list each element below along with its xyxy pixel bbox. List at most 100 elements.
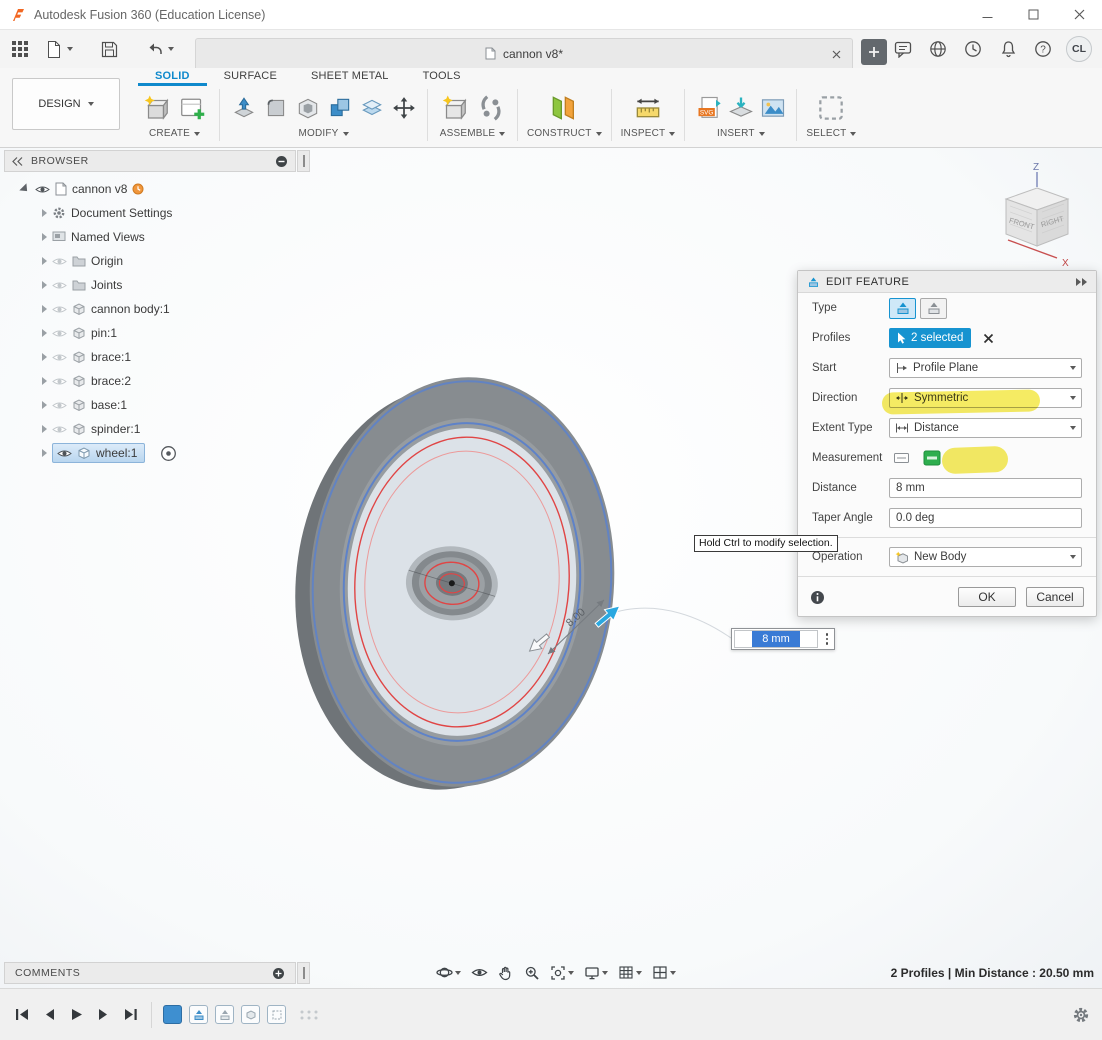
eye-hidden-icon[interactable]: [52, 424, 67, 435]
viewports-button[interactable]: [652, 965, 676, 980]
browser-item-document-settings[interactable]: Document Settings: [4, 201, 314, 225]
tab-close-icon[interactable]: [829, 47, 843, 61]
grid-snaps-button[interactable]: [618, 965, 642, 980]
timeline-feature-selected[interactable]: [163, 1005, 182, 1024]
comments-resize-handle[interactable]: [297, 962, 310, 984]
browser-item-joints[interactable]: Joints: [4, 273, 314, 297]
save-icon[interactable]: [97, 36, 121, 62]
group-label-assemble[interactable]: ASSEMBLE: [440, 128, 506, 142]
expand-icon[interactable]: [42, 377, 47, 385]
expand-icon[interactable]: [42, 233, 47, 241]
chevron-down-icon[interactable]: [455, 971, 461, 975]
eye-icon[interactable]: [35, 184, 50, 195]
kebab-menu-icon[interactable]: [820, 629, 834, 649]
tab-surface[interactable]: SURFACE: [207, 68, 294, 86]
activate-component-radio[interactable]: [160, 445, 177, 462]
select-icon[interactable]: [814, 90, 848, 126]
eye-hidden-icon[interactable]: [52, 256, 67, 267]
create-form-icon[interactable]: [139, 90, 173, 126]
orbit-button[interactable]: [436, 964, 461, 981]
expand-icon[interactable]: [42, 401, 47, 409]
measure-icon[interactable]: [631, 90, 665, 126]
minimize-button[interactable]: [964, 0, 1010, 29]
browser-header[interactable]: BROWSER: [4, 150, 296, 172]
ok-button[interactable]: OK: [958, 587, 1016, 607]
eye-hidden-icon[interactable]: [52, 376, 67, 387]
expand-open-icon[interactable]: [19, 183, 30, 194]
browser-item-pin[interactable]: pin:1: [4, 321, 314, 345]
expand-icon[interactable]: [42, 209, 47, 217]
distance-input[interactable]: 8 mm: [889, 478, 1082, 498]
profiles-selected-button[interactable]: 2 selected: [889, 328, 971, 348]
comment-icon[interactable]: [891, 36, 915, 62]
construct-plane-icon[interactable]: [547, 90, 581, 126]
app-grid-icon[interactable]: [8, 36, 32, 62]
browser-item-spinder[interactable]: spinder:1: [4, 417, 314, 441]
fit-button[interactable]: [550, 965, 574, 981]
group-label-create[interactable]: CREATE: [149, 128, 200, 142]
type-one-side-button[interactable]: [889, 298, 916, 319]
eye-hidden-icon[interactable]: [52, 280, 67, 291]
play-button[interactable]: [66, 1004, 86, 1026]
eye-icon[interactable]: [57, 448, 72, 459]
canvas-image-icon[interactable]: [758, 90, 787, 126]
new-tab-button[interactable]: [861, 39, 887, 65]
timeline-feature[interactable]: [215, 1005, 234, 1024]
new-component-icon[interactable]: [437, 90, 471, 126]
group-label-select[interactable]: SELECT: [806, 128, 856, 142]
press-pull-icon[interactable]: [229, 90, 258, 126]
combine-icon[interactable]: [325, 90, 354, 126]
eye-hidden-icon[interactable]: [52, 328, 67, 339]
group-label-construct[interactable]: CONSTRUCT: [527, 128, 602, 142]
chevron-down-icon[interactable]: [670, 971, 676, 975]
browser-item-brace2[interactable]: brace:2: [4, 369, 314, 393]
timeline-feature[interactable]: [267, 1005, 286, 1024]
modeling-canvas[interactable]: 8.00 Z FRONT RIGHT: [0, 148, 1102, 988]
go-to-end-button[interactable]: [120, 1004, 140, 1026]
type-thin-extrude-button[interactable]: [920, 298, 947, 319]
collapse-panel-icon[interactable]: [12, 157, 24, 166]
browser-item-wheel[interactable]: wheel:1: [4, 441, 314, 465]
operation-dropdown[interactable]: New Body: [889, 547, 1082, 567]
cancel-button[interactable]: Cancel: [1026, 587, 1084, 607]
eye-hidden-icon[interactable]: [52, 400, 67, 411]
chevron-down-icon[interactable]: [168, 47, 174, 51]
avatar[interactable]: CL: [1066, 36, 1092, 62]
expand-icon[interactable]: [42, 305, 47, 313]
panel-resize-handle[interactable]: [297, 150, 310, 172]
move-copy-icon[interactable]: [389, 90, 418, 126]
chevron-down-icon[interactable]: [602, 971, 608, 975]
browser-root-row[interactable]: cannon v8: [4, 177, 314, 201]
chevron-down-icon[interactable]: [67, 47, 73, 51]
clear-selection-icon[interactable]: [983, 333, 994, 344]
insert-svg-icon[interactable]: SVG: [694, 90, 723, 126]
browser-item-origin[interactable]: Origin: [4, 249, 314, 273]
tab-solid[interactable]: SOLID: [138, 68, 207, 86]
measure-full-length-button[interactable]: [889, 448, 913, 468]
group-label-modify[interactable]: MODIFY: [298, 128, 348, 142]
browser-item-cannon-body[interactable]: cannon body:1: [4, 297, 314, 321]
expand-icon[interactable]: [42, 353, 47, 361]
fillet-icon[interactable]: [261, 90, 290, 126]
expand-icon[interactable]: [42, 425, 47, 433]
job-status-clock-icon[interactable]: [961, 36, 985, 62]
comments-bar[interactable]: COMMENTS: [4, 962, 296, 984]
close-button[interactable]: [1056, 0, 1102, 29]
dimension-value-field[interactable]: 8 mm: [734, 630, 818, 648]
chevron-down-icon[interactable]: [568, 971, 574, 975]
dimension-input-box[interactable]: 8 mm: [731, 628, 835, 650]
file-menu-icon[interactable]: [42, 36, 66, 62]
collapse-tree-icon[interactable]: [275, 155, 288, 168]
create-sketch-icon[interactable]: [176, 90, 210, 126]
direction-dropdown[interactable]: Symmetric: [889, 388, 1082, 408]
workspace-switcher[interactable]: DESIGN: [12, 78, 120, 130]
selected-row-highlight[interactable]: wheel:1: [52, 443, 145, 463]
view-cube[interactable]: Z FRONT RIGHT X: [1006, 162, 1069, 269]
eye-hidden-icon[interactable]: [52, 352, 67, 363]
dimension-selected-text[interactable]: 8 mm: [752, 631, 800, 647]
info-icon[interactable]: [810, 590, 825, 605]
document-tab[interactable]: cannon v8*: [195, 38, 853, 68]
offset-face-icon[interactable]: [357, 90, 386, 126]
group-label-inspect[interactable]: INSPECT: [621, 128, 676, 142]
help-icon[interactable]: ?: [1031, 36, 1055, 62]
